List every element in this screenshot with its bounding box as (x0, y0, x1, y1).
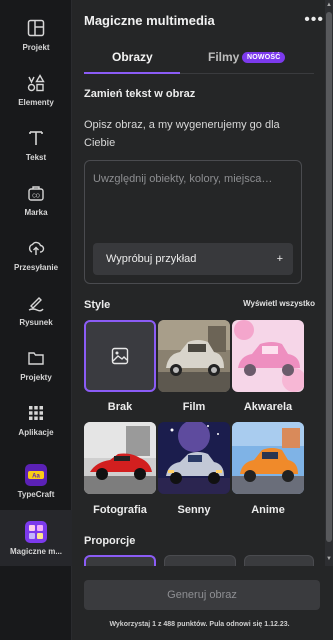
svg-text:CO: CO (32, 193, 40, 199)
style-label: Anime (251, 504, 285, 516)
side-navigation-rail: Projekt Elementy Tekst CO Marka Przesyła… (0, 0, 72, 640)
scroll-thumb[interactable] (326, 12, 332, 542)
brand-kit-icon: CO (25, 182, 47, 204)
style-card-none[interactable] (84, 320, 156, 392)
rail-label: Tekst (25, 152, 47, 162)
rail-label: Rysunek (19, 317, 53, 327)
new-badge: NOWOŚĆ (242, 52, 286, 63)
rail-item-tekst[interactable]: Tekst (0, 118, 72, 170)
rail-item-elementy[interactable]: Elementy (0, 63, 72, 115)
text-to-image-heading: Zamień tekst w obraz (84, 88, 196, 100)
styles-heading: Style (84, 299, 111, 311)
apps-grid-icon (25, 402, 47, 424)
cloud-upload-icon (25, 237, 47, 259)
rail-label: TypeCraft (17, 489, 55, 499)
style-card-dreamy[interactable] (158, 422, 230, 494)
rail-item-typecraft[interactable]: Aa TypeCraft (0, 455, 72, 507)
panel-title: Magiczne multimedia (84, 12, 215, 28)
panel-header: Magiczne multimedia ••• (84, 10, 324, 30)
style-card-photography[interactable] (84, 422, 156, 494)
pen-icon (25, 292, 47, 314)
film-style-thumbnail (158, 320, 230, 392)
watercolor-style-thumbnail (232, 320, 304, 392)
style-card-anime[interactable] (232, 422, 304, 494)
style-card-film[interactable] (158, 320, 230, 392)
rail-item-aplikacje[interactable]: Aplikacje (0, 393, 72, 445)
tab-filmy[interactable]: Filmy (208, 50, 239, 64)
scroll-up-arrow-icon[interactable]: ▲ (326, 2, 332, 8)
prompt-box: Wypróbuj przykład + (84, 160, 302, 284)
style-label: Film (182, 401, 206, 413)
style-label: Senny (177, 504, 211, 516)
try-example-label: Wypróbuj przykład (106, 253, 197, 265)
plus-icon: + (276, 253, 283, 265)
rail-item-rysunek[interactable]: Rysunek (0, 283, 72, 335)
scroll-down-arrow-icon[interactable]: ▼ (326, 556, 332, 562)
generate-image-button[interactable]: Generuj obraz (84, 580, 320, 610)
media-tabs: Obrazy Filmy NOWOŚĆ (84, 44, 314, 74)
rail-label: Projekt (22, 42, 50, 52)
photography-style-thumbnail (84, 422, 156, 494)
layout-icon (25, 17, 47, 39)
tab-obrazy[interactable]: Obrazy (112, 50, 153, 64)
style-label: Akwarela (243, 401, 293, 413)
magic-media-panel: Magiczne multimedia ••• Obrazy Filmy NOW… (72, 0, 333, 640)
image-icon (111, 347, 129, 365)
panel-scrollbar[interactable]: ▲ ▼ (325, 0, 333, 566)
prompt-input[interactable] (93, 169, 293, 189)
folder-icon (25, 347, 47, 369)
rail-label: Projekty (20, 372, 52, 382)
shapes-icon (25, 72, 47, 94)
svg-text:Aa: Aa (32, 473, 40, 479)
text-icon (25, 127, 47, 149)
rail-label: Elementy (18, 97, 54, 107)
text-to-image-description: Opisz obraz, a my wygenerujemy go dla Ci… (84, 119, 280, 149)
rail-item-marka[interactable]: CO Marka (0, 173, 72, 225)
rail-item-projekty[interactable]: Projekty (0, 338, 72, 390)
rail-label: Przesyłanie (13, 262, 59, 272)
rail-item-magic-media[interactable]: Magiczne m... (0, 510, 72, 566)
style-label: Fotografia (93, 504, 147, 516)
magic-media-app-icon (25, 520, 47, 543)
active-tab-indicator (84, 72, 180, 74)
anime-style-thumbnail (232, 422, 304, 494)
rail-label: Marka (24, 207, 48, 217)
credits-note: Wykorzystaj 1 z 488 punktów. Pula odnowi… (109, 621, 290, 628)
try-example-button[interactable]: Wypróbuj przykład + (93, 243, 293, 275)
see-all-styles-link[interactable]: Wyświetl wszystko (243, 299, 315, 308)
aspect-ratio-heading: Proporcje (84, 535, 136, 547)
more-dots-icon[interactable]: ••• (304, 11, 324, 29)
panel-footer: Generuj obraz Wykorzystaj 1 z 488 punktó… (72, 566, 327, 640)
rail-item-przesylanie[interactable]: Przesyłanie (0, 228, 72, 280)
rail-label: Aplikacje (18, 427, 54, 437)
dreamy-style-thumbnail (158, 422, 230, 494)
rail-label: Magiczne m... (9, 546, 62, 556)
typecraft-app-icon: Aa (25, 463, 47, 486)
style-card-watercolor[interactable] (232, 320, 304, 392)
rail-item-projekt[interactable]: Projekt (0, 8, 72, 60)
style-label: Brak (107, 401, 133, 413)
